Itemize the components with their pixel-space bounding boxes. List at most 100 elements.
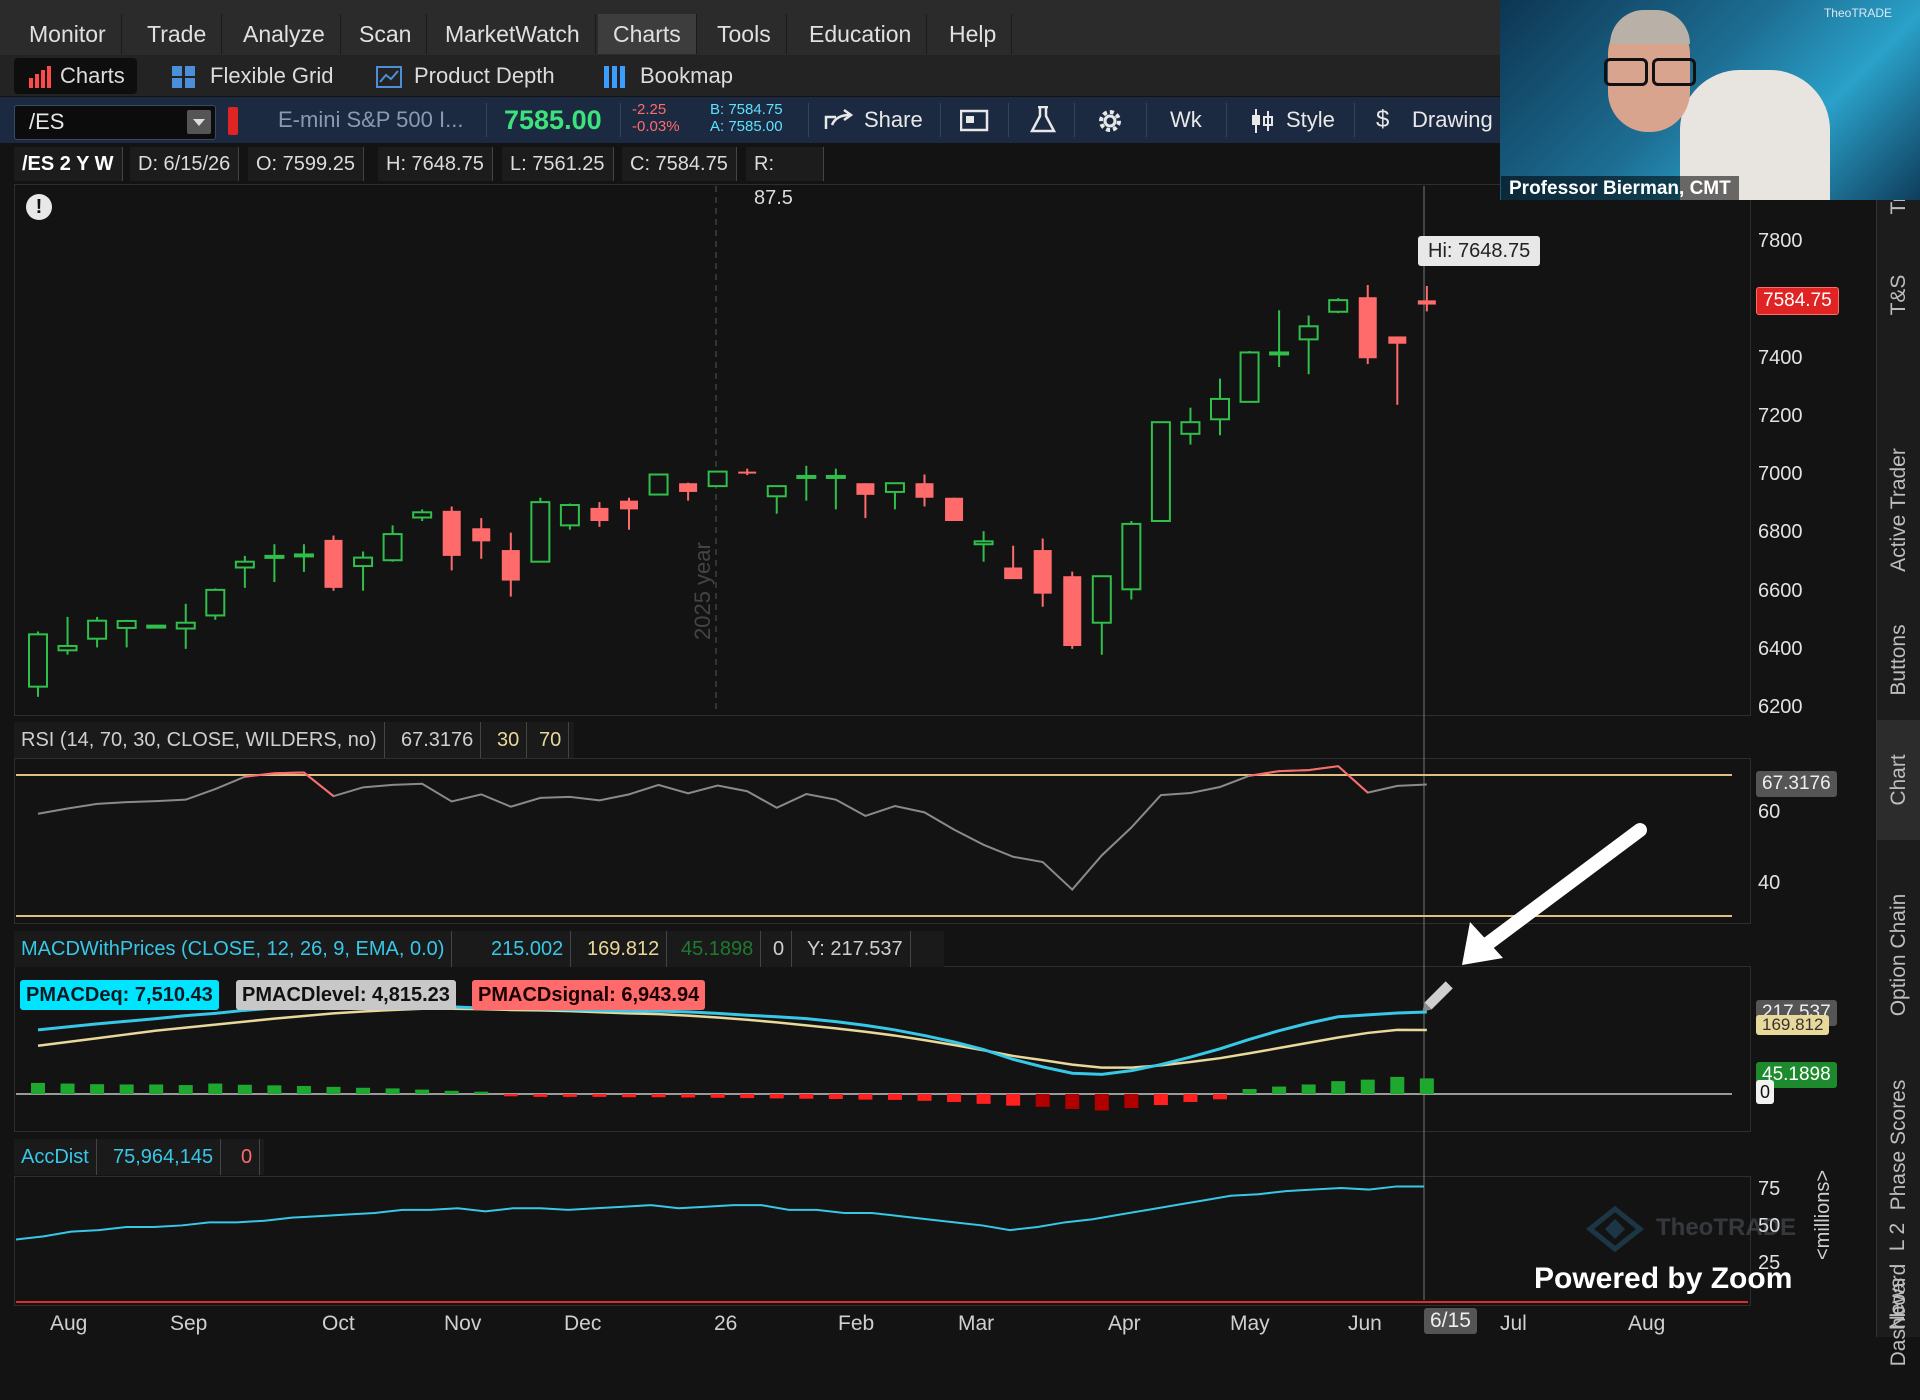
x-tick: Aug — [1628, 1312, 1666, 1335]
candle — [679, 482, 698, 501]
macd-histogram-bar — [267, 1085, 282, 1094]
macd-histogram-bar — [828, 1094, 843, 1100]
candle-body — [707, 470, 728, 488]
candle-body — [116, 619, 137, 629]
candle-body — [175, 621, 196, 630]
rsi-label: RSI (14, 70, 30, CLOSE, WILDERS, no) — [14, 722, 385, 758]
macd-histogram-bar — [1301, 1084, 1316, 1094]
annotation-arrow — [1462, 823, 1647, 965]
macd-histogram-bar — [60, 1083, 75, 1094]
candle — [1180, 407, 1201, 445]
candle-body — [973, 540, 994, 546]
candle — [1328, 298, 1349, 314]
macd-hist-value: 45.1898 — [674, 931, 762, 967]
accdist-line — [15, 1185, 1424, 1241]
macd-histogram-bar — [1331, 1081, 1346, 1094]
accdist-study-header[interactable]: AccDist 75,964,145 0 — [14, 1139, 264, 1175]
price-tick: 6200 — [1758, 696, 1803, 718]
macd-histogram-bar — [769, 1094, 784, 1099]
side-tab-ts[interactable]: T&S — [1877, 240, 1920, 350]
macd-signal-tag: 169.812 — [1756, 1015, 1830, 1035]
candle-body — [590, 507, 609, 521]
price-tick: 6600 — [1758, 580, 1803, 602]
candle — [1269, 310, 1290, 367]
side-tab-option-chain[interactable]: Option Chain — [1877, 850, 1920, 1060]
x-tick: 26 — [714, 1312, 738, 1335]
x-tick: Feb — [838, 1312, 875, 1335]
macd-histogram-bar — [533, 1094, 548, 1097]
macd-histogram-bar — [208, 1083, 223, 1094]
candle — [175, 603, 196, 649]
candle-body — [884, 482, 905, 493]
x-tick: Dec — [564, 1312, 602, 1335]
candle — [707, 470, 728, 488]
candle — [28, 631, 48, 697]
pmacd-level-label: PMACDlevel: 4,815.23 — [236, 980, 456, 1010]
side-tab-option-chain-label: Option Chain — [1887, 893, 1910, 1017]
accdist-value: 75,964,145 — [106, 1139, 222, 1175]
year-marker-label: 2025 year — [690, 542, 715, 640]
candle — [1298, 315, 1319, 375]
side-tab-buttons-label: Buttons — [1887, 624, 1910, 696]
rsi-value-tag: 67.3176 — [1756, 771, 1837, 797]
candle-body — [1091, 575, 1112, 624]
candle-body — [264, 554, 285, 559]
candle — [264, 544, 285, 583]
candle-body — [1388, 336, 1407, 344]
side-tab-bar: Tr T&S Active Trader Buttons Chart Optio… — [1876, 180, 1920, 1366]
candle-body — [1239, 351, 1260, 403]
x-tick: Jun — [1348, 1312, 1382, 1335]
rsi-study-header[interactable]: RSI (14, 70, 30, CLOSE, WILDERS, no) 67.… — [14, 722, 574, 758]
webcam-video: Professor Bierman, CMT TheoTRADE — [1500, 0, 1920, 200]
side-tab-buttons[interactable]: Buttons — [1877, 600, 1920, 720]
candle — [738, 468, 757, 476]
candle-body — [796, 474, 817, 479]
candle-body — [442, 510, 461, 556]
price-tick: 7400 — [1758, 347, 1803, 369]
candle — [1121, 521, 1142, 600]
candle — [146, 624, 167, 629]
candle — [116, 619, 137, 648]
macd-histogram-bar — [1153, 1094, 1168, 1106]
candle — [324, 535, 343, 591]
side-tab-l2[interactable]: L 2 — [1876, 1212, 1920, 1262]
rsi-overbought-segment — [303, 771, 335, 797]
candle — [825, 468, 846, 510]
candle-body — [57, 644, 78, 652]
macd-histogram-bar — [119, 1084, 134, 1094]
candle — [1150, 421, 1171, 522]
side-tab-chart-label: Chart — [1887, 754, 1910, 806]
candle — [530, 497, 551, 563]
macd-signal-value: 169.812 — [580, 931, 668, 967]
candle — [1417, 285, 1436, 312]
side-tab-chart[interactable]: Chart — [1877, 720, 1920, 840]
candle — [1358, 285, 1377, 365]
candle — [648, 473, 669, 496]
candle-body — [205, 588, 226, 617]
macd-histogram-bar — [710, 1094, 725, 1098]
x-tick: Mar — [958, 1312, 995, 1335]
candle-body — [353, 556, 374, 568]
candle-body — [1298, 325, 1319, 341]
rsi-value: 67.3176 — [394, 722, 482, 758]
candle — [1091, 575, 1112, 655]
side-tab-news[interactable]: News — [1876, 1270, 1920, 1337]
macd-histogram-bar — [799, 1094, 814, 1099]
candle — [205, 588, 226, 620]
macd-study-header[interactable]: MACDWithPrices (CLOSE, 12, 26, 9, EMA, 0… — [14, 931, 944, 967]
side-tab-l2-label: L 2 — [1886, 1222, 1909, 1252]
candle-body — [915, 483, 934, 498]
price-tick: 7000 — [1758, 463, 1803, 485]
alert-icon[interactable]: ! — [26, 194, 52, 220]
candle-body — [234, 560, 255, 569]
x-tick: Sep — [170, 1312, 208, 1335]
candle — [472, 518, 491, 559]
candle-body — [28, 633, 48, 688]
rsi-overbought-segment — [274, 771, 304, 775]
price-tick: 6400 — [1758, 638, 1803, 660]
macd-histogram-bar — [1183, 1094, 1198, 1103]
candle-body — [825, 474, 846, 479]
side-tab-phase-scores[interactable]: Phase Scores — [1877, 1060, 1920, 1230]
macd-zero-value: 0 — [766, 931, 793, 967]
candle — [1033, 538, 1052, 607]
